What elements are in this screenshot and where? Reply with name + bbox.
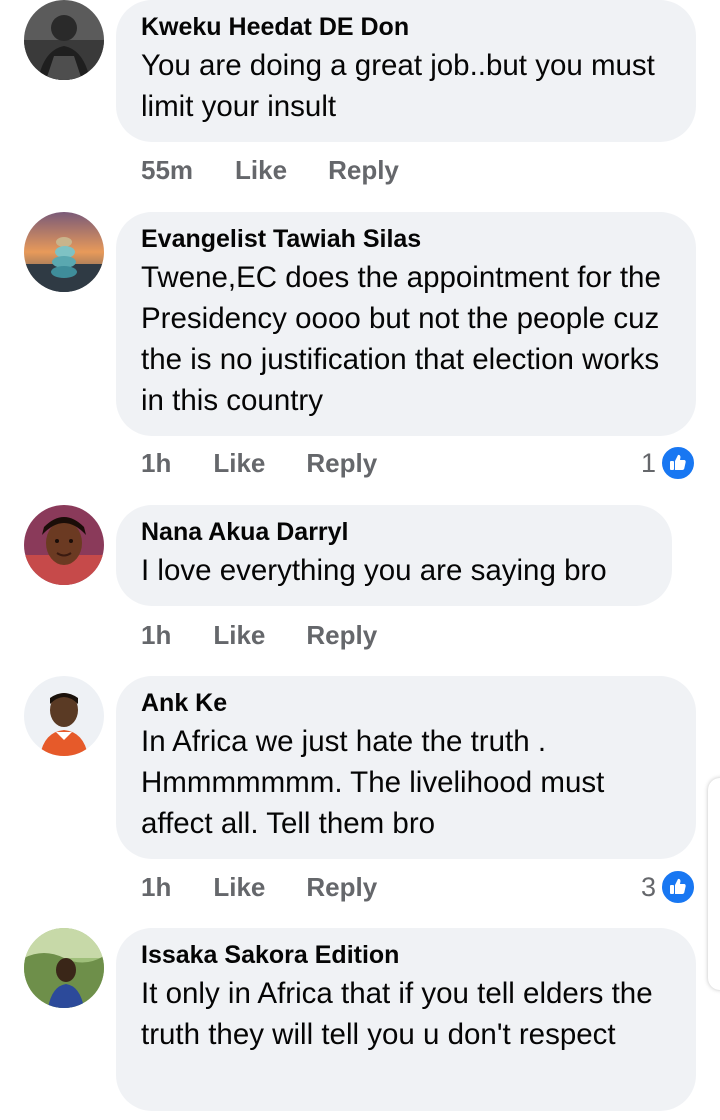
comment-bubble: Evangelist Tawiah Silas Twene,EC does th… [116, 212, 696, 436]
like-button[interactable]: Like [213, 872, 265, 903]
avatar[interactable] [24, 212, 104, 292]
avatar[interactable] [24, 0, 104, 80]
comment-author[interactable]: Kweku Heedat DE Don [141, 12, 672, 43]
comment-item: Kweku Heedat DE Don You are doing a grea… [0, 0, 720, 200]
comment-actions: 1h Like Reply [141, 867, 377, 907]
comment-text: It only in Africa that if you tell elder… [141, 977, 653, 1051]
comment-bubble: Ank Ke In Africa we just hate the truth … [116, 676, 696, 859]
comment-item: Nana Akua Darryl I love everything you a… [0, 505, 720, 665]
comment-time[interactable]: 1h [141, 620, 171, 651]
thumbs-up-icon [660, 445, 696, 481]
comment-item: Issaka Sakora Edition It only in Africa … [0, 928, 720, 1120]
comment-text: You are doing a great job..but you must … [141, 49, 655, 123]
reply-button[interactable]: Reply [306, 872, 377, 903]
comment-actions: 55m Like Reply [141, 150, 399, 190]
reaction-count: 3 [640, 871, 656, 902]
comment-bubble: Nana Akua Darryl I love everything you a… [116, 505, 672, 606]
comment-author[interactable]: Evangelist Tawiah Silas [141, 224, 672, 255]
comment-time[interactable]: 1h [141, 448, 171, 479]
comment-time[interactable]: 1h [141, 872, 171, 903]
comment-author[interactable]: Nana Akua Darryl [141, 517, 648, 548]
reply-button[interactable]: Reply [306, 448, 377, 479]
comment-text: I love everything you are saying bro [141, 554, 607, 587]
comment-text: In Africa we just hate the truth . Hmmmm… [141, 725, 605, 840]
comment-author[interactable]: Issaka Sakora Edition [141, 940, 672, 971]
reaction-summary[interactable]: 1 [641, 443, 696, 483]
avatar[interactable] [24, 676, 104, 756]
reaction-summary[interactable]: 3 [641, 867, 696, 907]
like-button[interactable]: Like [213, 448, 265, 479]
comment-bubble: Kweku Heedat DE Don You are doing a grea… [116, 0, 696, 142]
like-button[interactable]: Like [213, 620, 265, 651]
comment-actions: 1h Like Reply [141, 615, 377, 655]
avatar[interactable] [24, 928, 104, 1008]
thumbs-up-icon [660, 869, 696, 905]
comment-actions: 1h Like Reply [141, 443, 377, 483]
reply-button[interactable]: Reply [306, 620, 377, 651]
comment-text: Twene,EC does the appointment for the Pr… [141, 261, 661, 417]
reaction-count: 1 [640, 447, 656, 478]
like-button[interactable]: Like [235, 155, 287, 186]
comment-bubble: Issaka Sakora Edition It only in Africa … [116, 928, 696, 1111]
comment-author[interactable]: Ank Ke [141, 688, 672, 719]
reply-button[interactable]: Reply [328, 155, 399, 186]
floating-panel-handle[interactable] [708, 778, 720, 990]
comment-item: Evangelist Tawiah Silas Twene,EC does th… [0, 212, 720, 492]
comment-item: Ank Ke In Africa we just hate the truth … [0, 676, 720, 916]
comment-time[interactable]: 55m [141, 155, 193, 186]
avatar[interactable] [24, 505, 104, 585]
